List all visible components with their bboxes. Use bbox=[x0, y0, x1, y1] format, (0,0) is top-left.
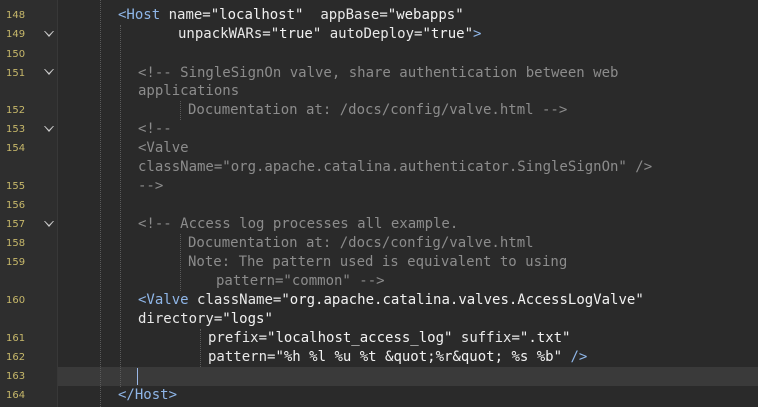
tag-close: </Host> bbox=[118, 387, 178, 403]
gutter-divider bbox=[57, 0, 58, 407]
line-number: 151 bbox=[6, 68, 26, 79]
code-line-161: prefix="localhost_access_log" suffix=".t… bbox=[208, 329, 570, 348]
code-line-149: unpackWARs="true" autoDeploy="true"> bbox=[178, 25, 481, 44]
line-number: 159 bbox=[6, 257, 26, 268]
fold-triangle-icon[interactable] bbox=[44, 221, 54, 227]
code-editor[interactable]: 148 149 150 151 152 153 154 155 156 157 … bbox=[0, 0, 758, 407]
code-line-148: <Host name="localhost" appBase="webapps" bbox=[118, 6, 464, 25]
tag-close: /> bbox=[570, 349, 588, 365]
attr-value: "webapps" bbox=[387, 7, 464, 23]
code-line-159: Note: The pattern used is equivalent to … bbox=[188, 254, 568, 270]
line-number: 150 bbox=[6, 49, 26, 60]
text-cursor bbox=[137, 368, 138, 385]
attr-name: directory= bbox=[138, 311, 223, 327]
line-number: 148 bbox=[6, 10, 26, 21]
line-number: 157 bbox=[6, 219, 26, 230]
line-number: 158 bbox=[6, 238, 26, 249]
attr-value: "true" bbox=[422, 26, 474, 42]
indent-guide bbox=[180, 234, 181, 291]
current-line-highlight bbox=[58, 367, 758, 386]
fold-triangle-icon[interactable] bbox=[44, 31, 54, 37]
code-line-158: Documentation at: /docs/config/valve.htm… bbox=[188, 235, 534, 251]
code-line-154-wrap: className="org.apache.catalina.authentic… bbox=[138, 159, 653, 175]
attr-name: suffix= bbox=[460, 330, 520, 346]
fold-triangle-icon[interactable] bbox=[44, 126, 54, 132]
code-line-154: <Valve bbox=[138, 140, 189, 156]
attr-name: autoDeploy= bbox=[329, 26, 423, 42]
code-line-164: </Host> bbox=[118, 386, 177, 405]
attr-name: prefix= bbox=[208, 330, 268, 346]
tag-close: > bbox=[473, 26, 482, 42]
line-number: 160 bbox=[6, 295, 26, 306]
attr-value: "%h %l %u %t &quot;%r&quot; %s %b" bbox=[275, 349, 563, 365]
code-line-160-wrap: directory="logs" bbox=[138, 310, 273, 329]
tag-open: <Host bbox=[118, 7, 161, 23]
line-number: 163 bbox=[6, 371, 26, 382]
indent-guide bbox=[180, 101, 181, 120]
code-line-159-wrap: pattern="common" --> bbox=[216, 273, 385, 289]
line-number: 161 bbox=[6, 333, 26, 344]
indent-guide bbox=[100, 0, 101, 407]
attr-name: unpackWARs= bbox=[178, 26, 271, 42]
line-number: 164 bbox=[6, 390, 26, 401]
code-line-153: <!-- bbox=[138, 121, 172, 137]
line-number: 155 bbox=[6, 181, 26, 192]
attr-name: name= bbox=[168, 7, 211, 23]
line-number: 156 bbox=[6, 200, 26, 211]
line-number: 154 bbox=[6, 143, 26, 154]
attr-value: "localhost_access_log" bbox=[267, 330, 453, 346]
attr-value: "localhost" bbox=[210, 7, 304, 23]
attr-name: pattern= bbox=[208, 349, 276, 365]
attr-value: "logs" bbox=[222, 311, 273, 327]
indent-guide bbox=[120, 25, 121, 387]
attr-name: appBase= bbox=[320, 7, 388, 23]
attr-value: "true" bbox=[270, 26, 322, 42]
code-line-155: --> bbox=[138, 178, 164, 194]
line-number: 152 bbox=[6, 105, 26, 116]
code-line-162: pattern="%h %l %u %t &quot;%r&quot; %s %… bbox=[208, 348, 587, 367]
line-number: 153 bbox=[6, 124, 26, 135]
code-line-160: <Valve className="org.apache.catalina.va… bbox=[138, 291, 644, 310]
line-number: 149 bbox=[6, 29, 26, 40]
code-line-151: <!-- SingleSignOn valve, share authentic… bbox=[138, 65, 619, 81]
indent-guide bbox=[200, 329, 201, 367]
code-line-151-wrap: applications bbox=[138, 83, 240, 99]
attr-value: "org.apache.catalina.valves.AccessLogVal… bbox=[281, 292, 644, 308]
fold-triangle-icon[interactable] bbox=[44, 69, 54, 75]
code-line-157: <!-- Access log processes all example. bbox=[138, 216, 459, 232]
attr-value: ".txt" bbox=[519, 330, 571, 346]
code-line-152: Documentation at: /docs/config/valve.htm… bbox=[188, 102, 568, 118]
tag-open: <Valve bbox=[138, 292, 189, 308]
attr-name: className= bbox=[197, 292, 282, 308]
line-number: 162 bbox=[6, 352, 26, 363]
